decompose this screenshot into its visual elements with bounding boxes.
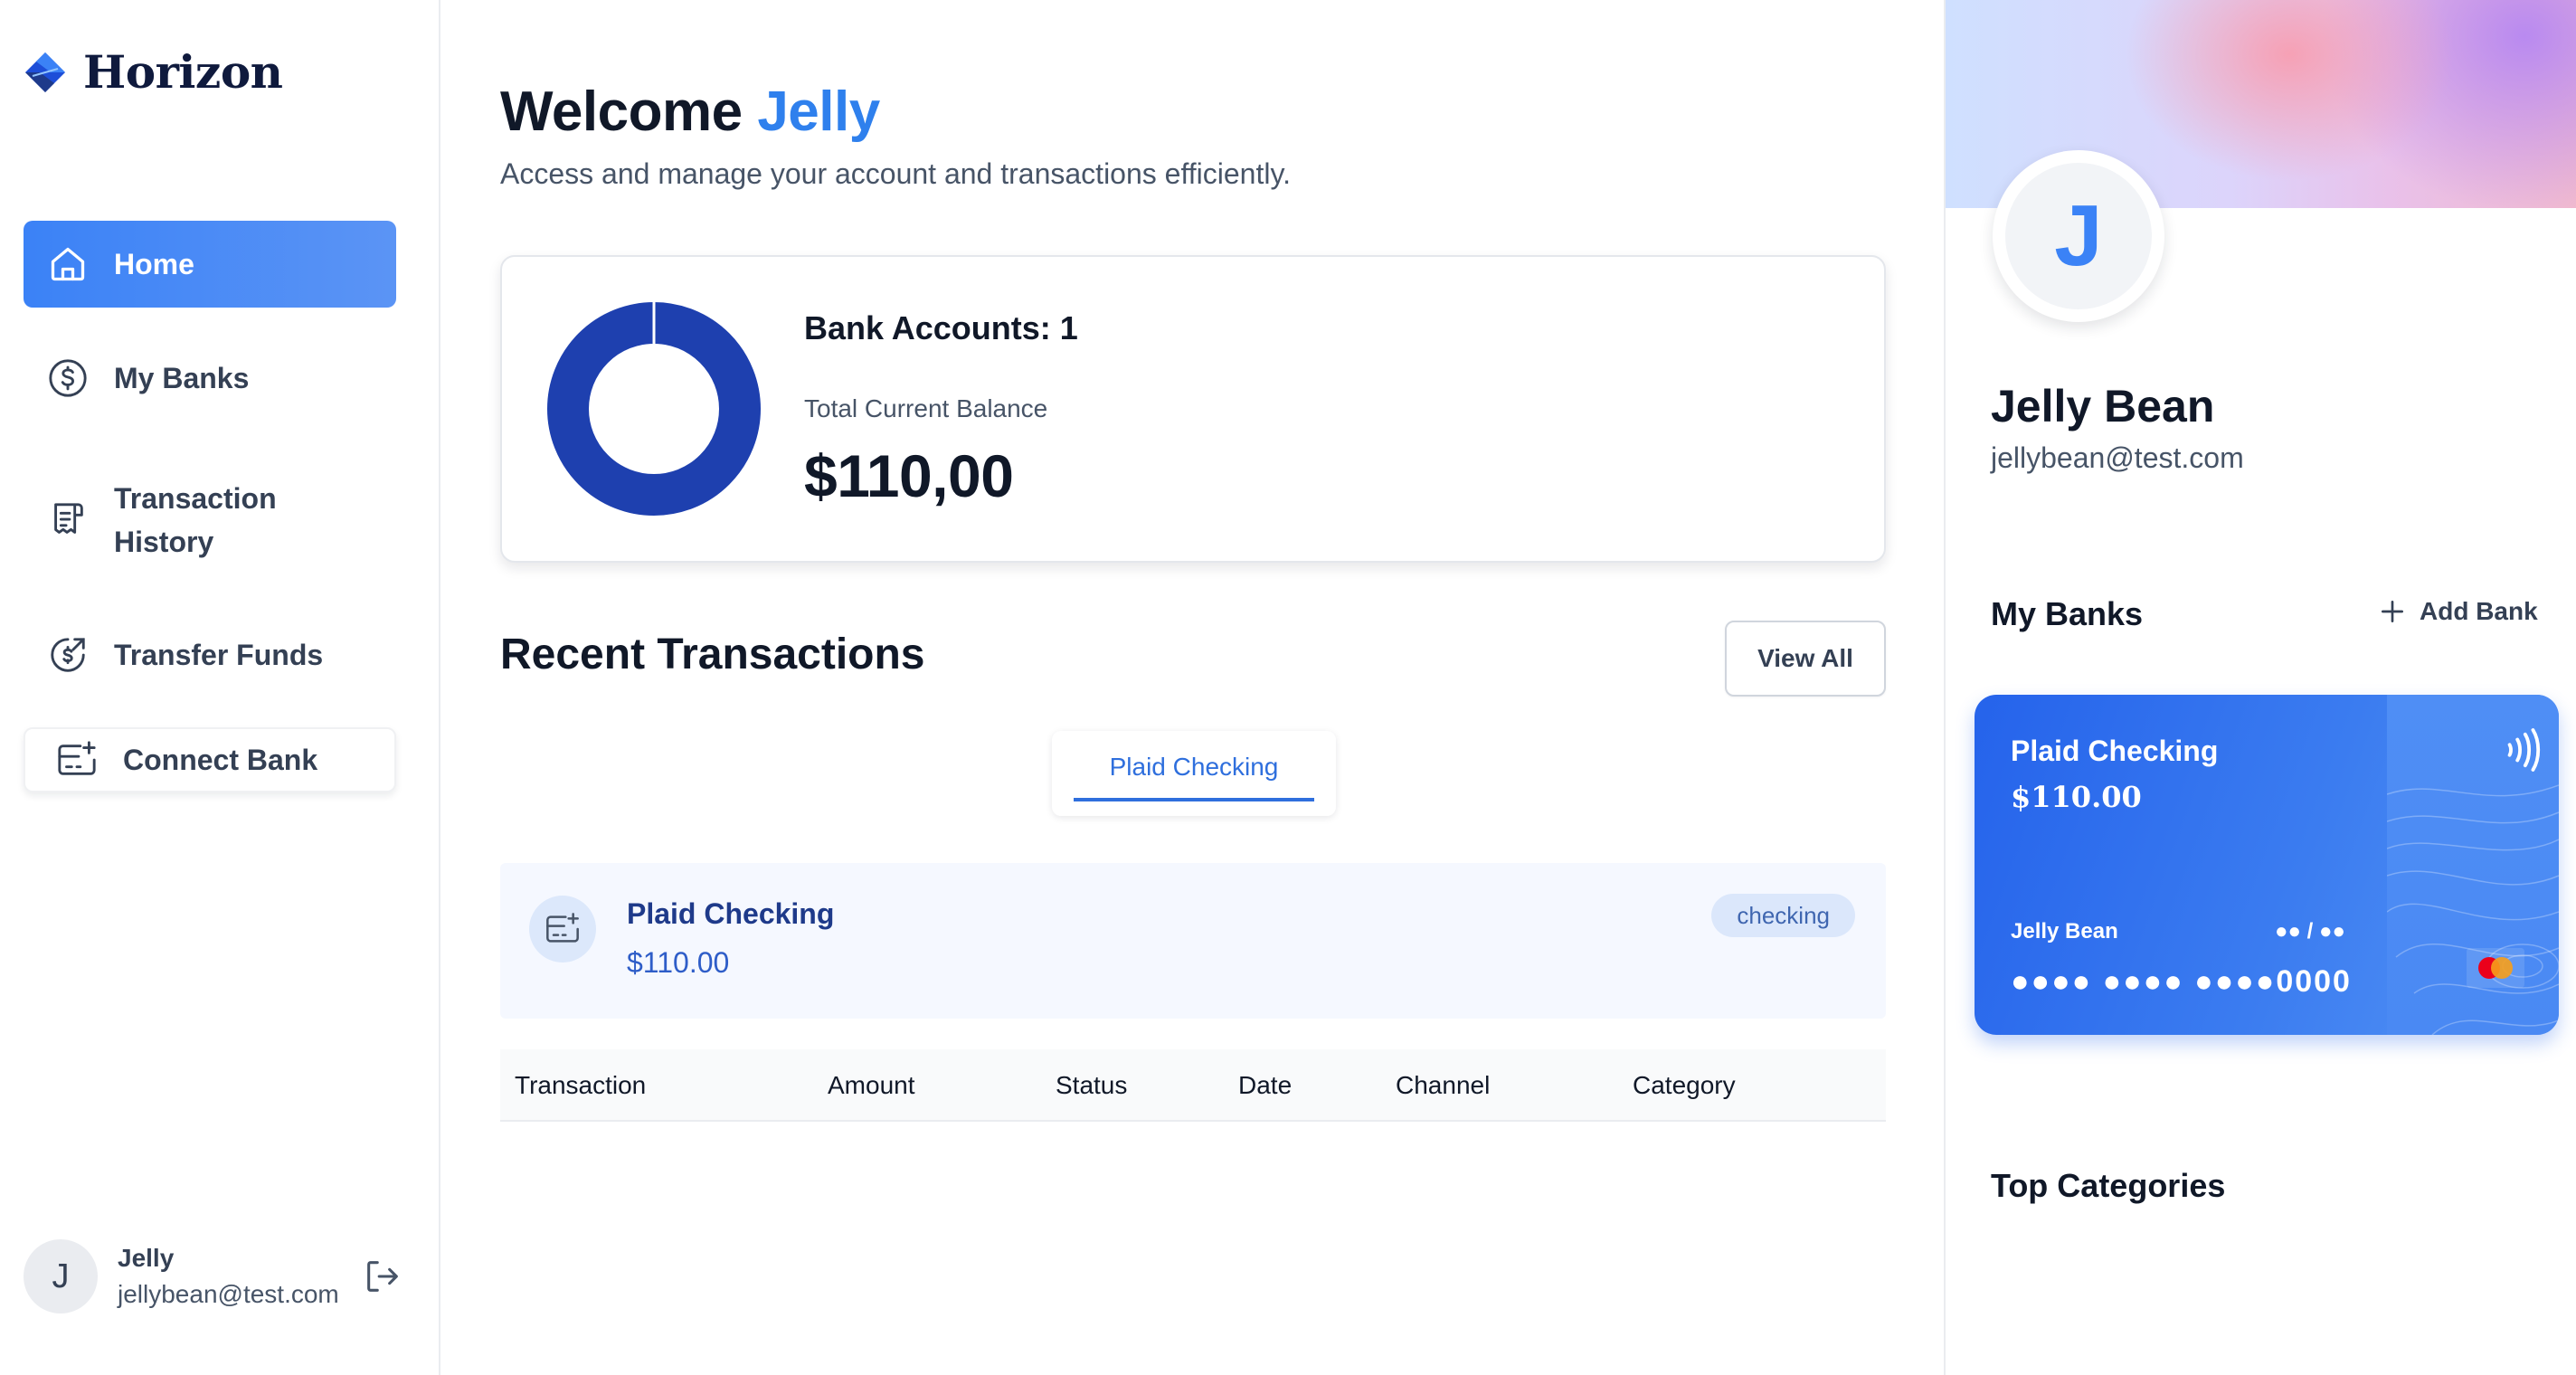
total-balance-card: Bank Accounts: 1 Total Current Balance $…: [500, 255, 1886, 563]
bank-info-name: Plaid Checking: [627, 897, 835, 930]
sidebar-item-label: My Banks: [114, 361, 250, 394]
connect-bank-button[interactable]: Connect Bank: [24, 727, 396, 792]
bank-info-amount: $110.00: [627, 946, 730, 979]
column-header-status: Status: [1056, 1071, 1128, 1099]
sidebar: Horizon Home My Banks Transaction Histor…: [0, 0, 440, 1375]
sidebar-item-label: Transfer Funds: [114, 638, 324, 671]
welcome-name: Jelly: [757, 81, 880, 143]
tab-plaid-checking[interactable]: Plaid Checking: [1074, 753, 1314, 801]
total-balance-label: Total Current Balance: [804, 394, 1048, 422]
card-holder-name: Jelly Bean: [2011, 919, 2118, 944]
dollar-circle-icon: [45, 356, 90, 401]
connect-bank-label: Connect Bank: [123, 743, 318, 776]
card-wave-pattern: [2387, 784, 2559, 1035]
bank-accounts-count: Bank Accounts: 1: [804, 309, 1078, 346]
sidebar-item-transfer-funds[interactable]: Transfer Funds: [24, 612, 396, 698]
column-header-channel: Channel: [1396, 1071, 1491, 1099]
profile-avatar: J: [1993, 150, 2164, 322]
bank-info-row[interactable]: Plaid Checking $110.00 checking: [500, 863, 1886, 1019]
sidebar-item-home[interactable]: Home: [24, 221, 396, 308]
user-name: Jelly: [118, 1244, 175, 1272]
contactless-icon: [2507, 728, 2541, 772]
card-add-icon: [54, 737, 99, 782]
recent-transactions-title: Recent Transactions: [500, 631, 925, 678]
page-title: Welcome Jelly: [500, 80, 880, 144]
user-email: jellybean@test.com: [118, 1280, 339, 1308]
card-bank-name: Plaid Checking: [2011, 735, 2219, 767]
column-header-amount: Amount: [828, 1071, 915, 1099]
balance-donut-chart: [547, 302, 761, 516]
money-send-icon: [45, 632, 90, 678]
main-content: Welcome Jelly Access and manage your acc…: [442, 0, 1944, 1375]
profile-name: Jelly Bean: [1991, 381, 2215, 431]
app-logo[interactable]: Horizon: [24, 45, 283, 99]
mastercard-logo-icon: [2467, 948, 2524, 988]
my-banks-title: My Banks: [1991, 595, 2144, 632]
add-bank-label: Add Bank: [2420, 597, 2538, 625]
add-bank-button[interactable]: Add Bank: [2378, 597, 2538, 626]
app-name: Horizon: [83, 45, 283, 99]
profile-avatar-initial: J: [2005, 163, 2152, 309]
column-header-transaction: Transaction: [515, 1071, 647, 1099]
sidebar-item-transaction-history[interactable]: Transaction History: [24, 461, 396, 579]
page-subtitle: Access and manage your account and trans…: [500, 157, 1291, 190]
plus-icon: [2382, 601, 2403, 622]
user-info: Jelly jellybean@test.com: [118, 1240, 342, 1313]
card-balance: $110.00: [2011, 780, 2142, 814]
bank-card[interactable]: Plaid Checking $110.00 Jelly Bean ●● / ●…: [1975, 695, 2559, 1035]
card-add-icon: [529, 896, 596, 962]
transactions-table-header: Transaction Amount Status Date Channel C…: [500, 1049, 1886, 1122]
profile-email: jellybean@test.com: [1991, 441, 2244, 474]
card-expiry: ●● / ●●: [2275, 919, 2345, 944]
total-balance-value: $110,00: [804, 442, 1014, 509]
top-categories-title: Top Categories: [1991, 1167, 2226, 1204]
donut-ring: [547, 302, 761, 516]
sidebar-item-label: Transaction History: [114, 482, 277, 558]
welcome-prefix: Welcome: [500, 81, 743, 143]
bank-tabs: Plaid Checking: [1052, 731, 1336, 816]
logout-icon[interactable]: [362, 1256, 403, 1297]
receipt-icon: [45, 498, 90, 543]
sidebar-item-my-banks[interactable]: My Banks: [24, 335, 396, 422]
account-type-badge: checking: [1711, 894, 1855, 937]
right-sidebar: J Jelly Bean jellybean@test.com My Banks…: [1944, 0, 2576, 1375]
sidebar-item-label: Home: [114, 247, 194, 280]
avatar[interactable]: J: [24, 1239, 98, 1313]
sidebar-user-footer: J Jelly jellybean@test.com: [24, 1236, 403, 1317]
card-number: ●●●● ●●●● ●●●●0000: [2011, 964, 2352, 999]
column-header-date: Date: [1238, 1071, 1293, 1099]
column-header-category: Category: [1633, 1071, 1736, 1099]
home-icon: [45, 242, 90, 287]
view-all-button[interactable]: View All: [1725, 621, 1886, 697]
horizon-logo-icon: [25, 52, 65, 92]
